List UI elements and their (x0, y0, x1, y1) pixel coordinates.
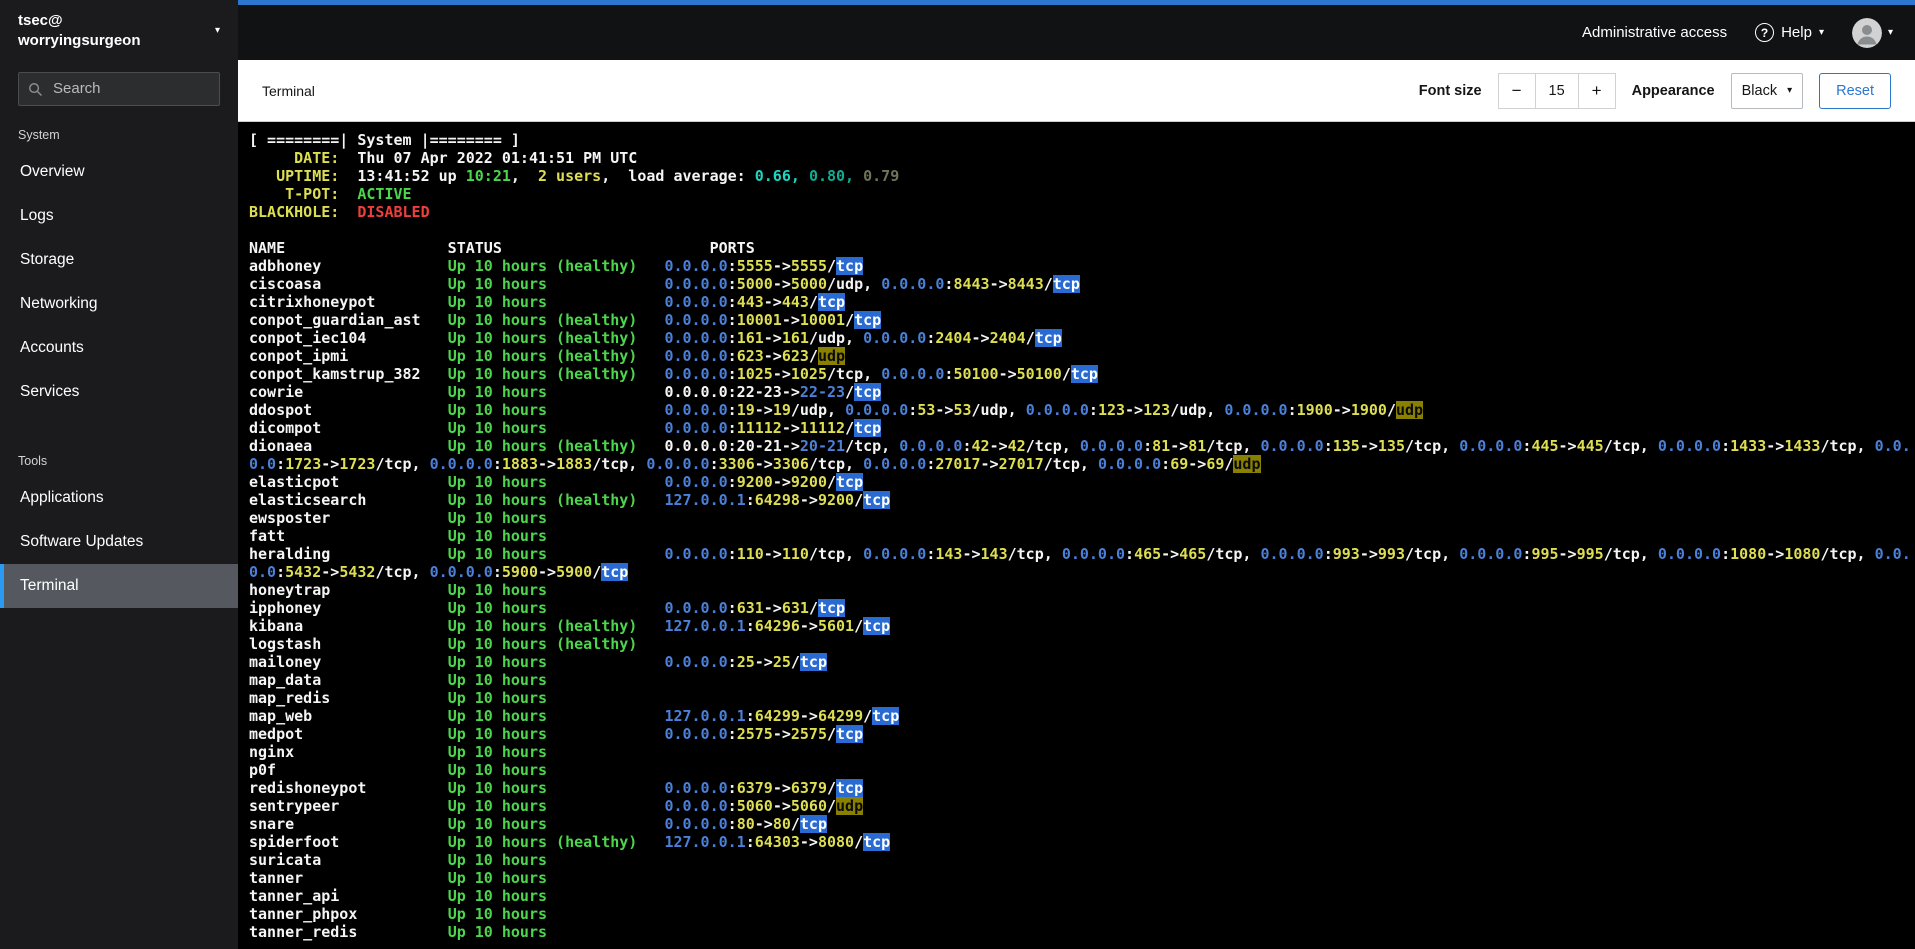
font-size-value[interactable]: 15 (1535, 72, 1578, 109)
app-window: tsec@ worryingsurgeon ▾ System OverviewLo… (0, 0, 1915, 949)
host-user: tsec@ (18, 12, 63, 29)
toolbar-controls: Font size − 15 + Appearance Black ▾ Rese… (1418, 72, 1891, 109)
session-menu[interactable]: ▾ (1851, 17, 1893, 48)
terminal-line: 0.0:5432->5432/tcp, 0.0.0.0:5900->5900/t… (249, 563, 629, 581)
chevron-down-icon: ▾ (1787, 84, 1793, 96)
sidebar-item-applications[interactable]: Applications (0, 476, 238, 520)
terminal-line: 0.0:1723->1723/tcp, 0.0.0.0:1883->1883/t… (249, 455, 1261, 473)
search-icon (28, 82, 43, 102)
terminal-line: tanner_api Up 10 hours (249, 887, 548, 905)
sidebar-item-terminal[interactable]: Terminal (0, 563, 238, 608)
nav-section-label: Tools (18, 453, 48, 468)
terminal-toolbar: Terminal Font size − 15 + Appearance Bla… (238, 60, 1915, 122)
terminal-line: map_redis Up 10 hours (249, 689, 548, 707)
sidebar-item-storage[interactable]: Storage (0, 238, 238, 282)
terminal-line: T-POT: ACTIVE (249, 185, 412, 203)
chevron-down-icon: ▾ (1818, 26, 1824, 38)
terminal-line: sentrypeer Up 10 hours 0.0.0.0:5060->506… (249, 797, 864, 815)
terminal-line: conpot_guardian_ast Up 10 hours (healthy… (249, 311, 882, 329)
nav-section-label: System (18, 127, 60, 142)
terminal-line: [ ========| System |======== ] (249, 131, 520, 149)
terminal-line: dionaea Up 10 hours (healthy) 0.0.0.0:20… (249, 437, 1911, 455)
terminal-line: logstash Up 10 hours (healthy) (249, 635, 638, 653)
terminal-line: ddospot Up 10 hours 0.0.0.0:19->19/udp, … (249, 401, 1424, 419)
help-menu[interactable]: ? Help ▾ (1755, 23, 1824, 42)
terminal-line: conpot_kamstrup_382 Up 10 hours (healthy… (249, 365, 1098, 383)
page-title: Terminal (262, 82, 315, 99)
terminal-line: ipphoney Up 10 hours 0.0.0.0:631->631/tc… (249, 599, 846, 617)
terminal-line: UPTIME: 13:41:52 up 10:21, 2 users, load… (249, 167, 900, 185)
font-size-stepper: − 15 + (1497, 72, 1616, 109)
terminal-line: map_data Up 10 hours (249, 671, 548, 689)
terminal-line: kibana Up 10 hours (healthy) 127.0.0.1:6… (249, 617, 891, 635)
terminal[interactable]: [ ========| System |======== ] DATE: Thu… (238, 122, 1915, 949)
terminal-line: ewsposter Up 10 hours (249, 509, 548, 527)
terminal-line: citrixhoneypot Up 10 hours 0.0.0.0:443->… (249, 293, 846, 311)
user-avatar-icon (1851, 17, 1882, 48)
main-column: Administrative access ? Help ▾ ▾ Termina… (238, 0, 1915, 949)
terminal-line: tanner_redis Up 10 hours (249, 923, 548, 941)
terminal-line: adbhoney Up 10 hours (healthy) 0.0.0.0:5… (249, 257, 864, 275)
terminal-line: suricata Up 10 hours (249, 851, 548, 869)
font-size-increase-button[interactable]: + (1577, 72, 1616, 109)
sidebar-item-overview[interactable]: Overview (0, 150, 238, 194)
appearance-value: Black (1741, 82, 1778, 99)
terminal-line: conpot_iec104 Up 10 hours (healthy) 0.0.… (249, 329, 1062, 347)
terminal-line: elasticpot Up 10 hours 0.0.0.0:9200->920… (249, 473, 864, 491)
reset-button[interactable]: Reset (1819, 72, 1891, 109)
terminal-line: tanner Up 10 hours (249, 869, 548, 887)
terminal-line: conpot_ipmi Up 10 hours (healthy) 0.0.0.… (249, 347, 846, 365)
terminal-line: NAME STATUS PORTS (249, 239, 755, 257)
admin-access-button[interactable]: Administrative access (1582, 24, 1727, 41)
topbar: Administrative access ? Help ▾ ▾ (238, 5, 1915, 60)
search (18, 71, 220, 106)
search-input[interactable] (18, 71, 220, 106)
host-name: worryingsurgeon (18, 32, 141, 50)
sidebar-item-accounts[interactable]: Accounts (0, 326, 238, 370)
terminal-line: cowrie Up 10 hours 0.0.0.0:22-23->22-23/… (249, 383, 882, 401)
sidebar: tsec@ worryingsurgeon ▾ System OverviewLo… (0, 0, 238, 949)
sidebar-item-services[interactable]: Services (0, 370, 238, 414)
terminal-line: map_web Up 10 hours 127.0.0.1:64299->642… (249, 707, 900, 725)
sidebar-item-software-updates[interactable]: Software Updates (0, 520, 238, 564)
terminal-line: p0f Up 10 hours (249, 761, 548, 779)
chevron-down-icon: ▾ (214, 25, 220, 37)
sidebar-nav: System Overview Logs Storage Networking Accou… (0, 110, 238, 949)
terminal-line: BLACKHOLE: DISABLED (249, 203, 430, 221)
font-size-label: Font size (1418, 82, 1482, 99)
terminal-line: dicompot Up 10 hours 0.0.0.0:11112->1111… (249, 419, 882, 437)
appearance-select[interactable]: Black ▾ (1730, 72, 1804, 109)
font-size-decrease-button[interactable]: − (1497, 72, 1536, 109)
terminal-line: fatt Up 10 hours (249, 527, 548, 545)
terminal-line: redishoneypot Up 10 hours 0.0.0.0:6379->… (249, 779, 864, 797)
help-icon: ? (1755, 23, 1775, 42)
host-label: tsec@ worryingsurgeon (18, 11, 141, 52)
terminal-line: mailoney Up 10 hours 0.0.0.0:25->25/tcp (249, 653, 827, 671)
terminal-line: DATE: Thu 07 Apr 2022 01:41:51 PM UTC (249, 149, 638, 167)
terminal-line: ciscoasa Up 10 hours 0.0.0.0:5000->5000/… (249, 275, 1080, 293)
terminal-line: snare Up 10 hours 0.0.0.0:80->80/tcp (249, 815, 827, 833)
help-label: Help (1781, 24, 1812, 41)
terminal-output: [ ========| System |======== ] DATE: Thu… (249, 131, 1915, 941)
chevron-down-icon: ▾ (1887, 26, 1893, 38)
appearance-label: Appearance (1631, 82, 1715, 99)
terminal-line: spiderfoot Up 10 hours (healthy) 127.0.0… (249, 833, 891, 851)
sidebar-item-networking[interactable]: Networking (0, 282, 238, 326)
terminal-line: tanner_phpox Up 10 hours (249, 905, 548, 923)
terminal-line: medpot Up 10 hours 0.0.0.0:2575->2575/tc… (249, 725, 864, 743)
terminal-line: heralding Up 10 hours 0.0.0.0:110->110/t… (249, 545, 1911, 563)
terminal-line: honeytrap Up 10 hours (249, 581, 548, 599)
terminal-line: elasticsearch Up 10 hours (healthy) 127.… (249, 491, 891, 509)
terminal-line: nginx Up 10 hours (249, 743, 548, 761)
sidebar-item-logs[interactable]: Logs (0, 194, 238, 238)
host-switcher[interactable]: tsec@ worryingsurgeon ▾ (0, 0, 238, 60)
